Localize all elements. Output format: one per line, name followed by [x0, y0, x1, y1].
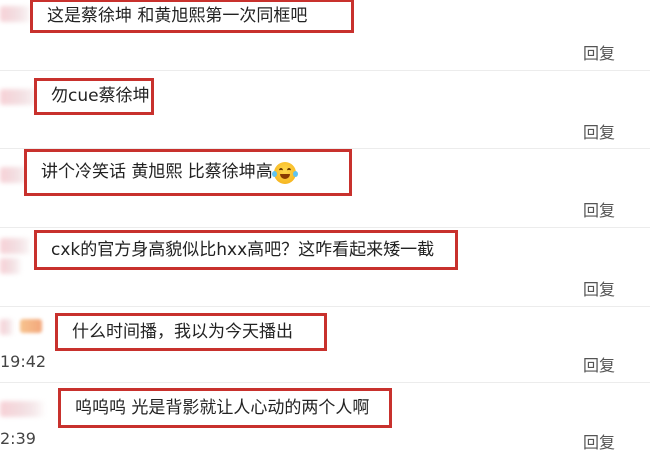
blurred-username	[0, 319, 14, 335]
blurred-username	[0, 401, 46, 417]
comment-text-highlighted: cxk的官方身高貌似比hxx高吧？这咋看起来矮一截	[34, 230, 458, 270]
blurred-username	[0, 238, 32, 254]
laughing-tears-emoji-icon	[271, 161, 298, 184]
comment-text-highlighted: 呜呜呜 光是背影就让人心动的两个人啊	[58, 388, 392, 428]
reply-button[interactable]: 回复	[583, 40, 615, 64]
comment-item: 勿cue蔡徐坤 回复	[0, 71, 650, 148]
blurred-username	[0, 6, 32, 22]
comment-item: 这是蔡徐坤 和黄旭熙第一次同框吧 回复	[0, 0, 650, 70]
comment-text-highlighted: 什么时间播，我以为今天播出	[55, 313, 327, 351]
comment-text-highlighted: 这是蔡徐坤 和黄旭熙第一次同框吧	[30, 0, 354, 33]
comment-timestamp: 19:42	[0, 352, 47, 371]
avatar-badge	[20, 319, 42, 333]
comment-text-highlighted: 讲个冷笑话 黄旭熙 比蔡徐坤高	[24, 149, 352, 196]
reply-button[interactable]: 回复	[583, 429, 615, 453]
blurred-username	[0, 258, 22, 274]
reply-button[interactable]: 回复	[583, 197, 615, 221]
comment-timestamp: 2:39	[0, 429, 36, 448]
comment-item: 什么时间播，我以为今天播出 19:42 回复	[0, 307, 650, 382]
comment-text-highlighted: 勿cue蔡徐坤	[34, 78, 154, 115]
reply-button[interactable]: 回复	[583, 352, 615, 376]
reply-button[interactable]: 回复	[583, 119, 615, 143]
comment-item: 呜呜呜 光是背影就让人心动的两个人啊 2:39 回复	[0, 383, 650, 456]
comment-item: 讲个冷笑话 黄旭熙 比蔡徐坤高 回复	[0, 149, 650, 227]
comment-item: cxk的官方身高貌似比hxx高吧？这咋看起来矮一截 回复	[0, 228, 650, 306]
reply-button[interactable]: 回复	[583, 276, 615, 300]
